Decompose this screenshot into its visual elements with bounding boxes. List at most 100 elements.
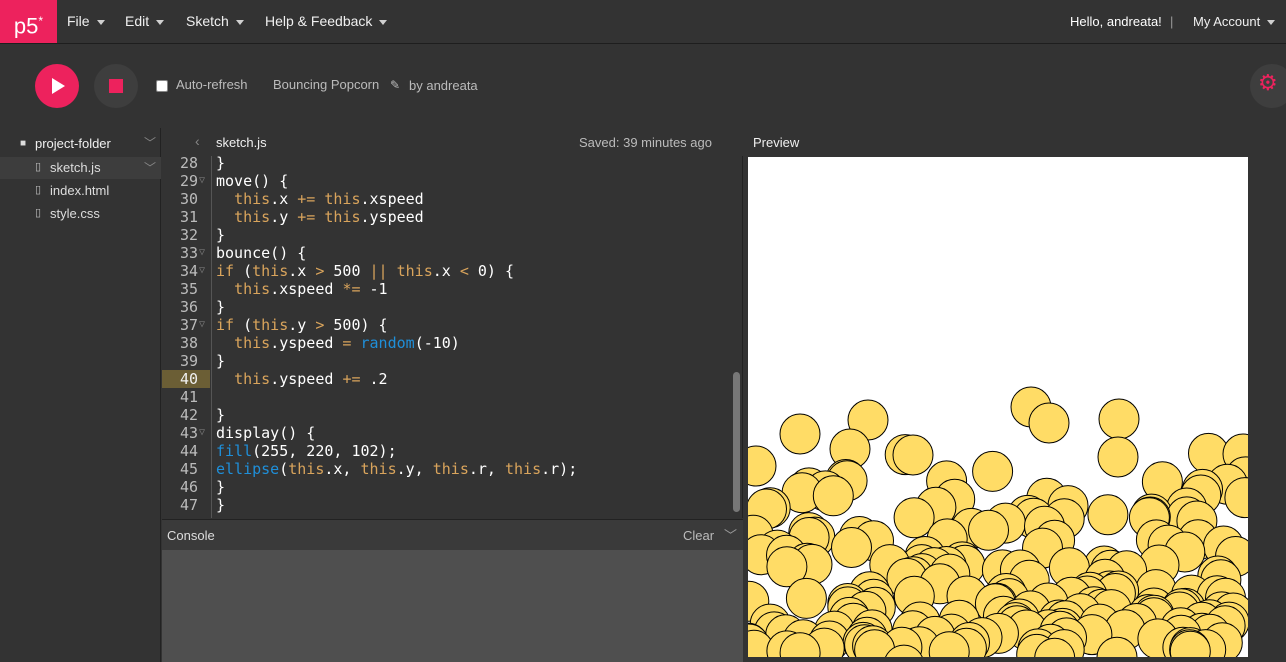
- line-number: 34: [179, 262, 198, 280]
- file-item-index-html[interactable]: ▯ index.html: [0, 180, 161, 202]
- code-line[interactable]: 43 ▽ display() {: [162, 424, 732, 442]
- fold-toggle-icon[interactable]: ▽: [199, 424, 211, 442]
- folder-icon: ■: [20, 138, 27, 149]
- code-line[interactable]: 35 this.xspeed *= -1: [162, 280, 732, 298]
- line-number: 40: [162, 370, 210, 388]
- chevron-down-icon[interactable]: ﹀: [724, 525, 737, 544]
- chevron-down-icon[interactable]: ﹀: [144, 159, 156, 176]
- console-clear-button[interactable]: Clear: [683, 528, 714, 543]
- popcorn-ball: [892, 434, 934, 476]
- code-line[interactable]: 34 ▽ if (this.x > 500 || this.x < 0) {: [162, 262, 732, 280]
- chevron-down-icon: [235, 19, 244, 25]
- saved-status: Saved: 39 minutes ago: [579, 135, 712, 150]
- code-text: }: [216, 478, 226, 496]
- chevron-down-icon: [96, 19, 105, 25]
- code-line[interactable]: 28}: [162, 156, 732, 172]
- folder-label: project-folder: [35, 136, 111, 151]
- fold-toggle-icon[interactable]: ▽: [199, 244, 211, 262]
- code-text: }: [216, 496, 226, 514]
- logo-mark: *: [38, 14, 44, 28]
- code-text: if (this.y > 500) {: [216, 316, 388, 334]
- fold-toggle-icon[interactable]: ▽: [199, 316, 211, 334]
- my-account-label: My Account: [1193, 14, 1261, 29]
- code-line[interactable]: 45 ellipse(this.x, this.y, this.r, this.r…: [162, 460, 732, 478]
- code-line[interactable]: 39}: [162, 352, 732, 370]
- menu-sketch[interactable]: Sketch: [186, 0, 244, 43]
- line-number: 46: [179, 478, 198, 496]
- preview-header: Preview: [743, 128, 1286, 157]
- editor-scrollbar[interactable]: [733, 372, 740, 512]
- fold-toggle-icon[interactable]: ▽: [199, 172, 211, 190]
- code-line[interactable]: 44 fill(255, 220, 102);: [162, 442, 732, 460]
- nav-separator: |: [1170, 14, 1174, 29]
- code-text: this.y += this.yspeed: [234, 208, 424, 226]
- chevron-down-icon[interactable]: ﹀: [144, 134, 156, 151]
- code-line[interactable]: 42}: [162, 406, 732, 424]
- menu-file[interactable]: File: [67, 0, 105, 43]
- code-line[interactable]: 29 ▽ move() {: [162, 172, 732, 190]
- chevron-down-icon: [156, 19, 165, 25]
- pencil-icon[interactable]: ✎: [390, 78, 400, 92]
- code-text: }: [216, 298, 226, 316]
- file-item-style-css[interactable]: ▯ style.css: [0, 203, 161, 225]
- code-line[interactable]: 36}: [162, 298, 732, 316]
- preview-title: Preview: [753, 135, 800, 150]
- menu-edit[interactable]: Edit: [125, 0, 165, 43]
- popcorn-ball: [972, 450, 1014, 492]
- popcorn-ball: [1098, 398, 1140, 440]
- code-line[interactable]: 38 this.yspeed = random(-10): [162, 334, 732, 352]
- code-line[interactable]: 46}: [162, 478, 732, 496]
- collapse-sidebar-icon[interactable]: ‹: [195, 133, 200, 149]
- file-item-sketch-js[interactable]: ▯ sketch.js ﹀: [0, 157, 161, 179]
- line-number: 36: [179, 298, 198, 316]
- code-text: }: [216, 406, 226, 424]
- fold-toggle-icon[interactable]: ▽: [199, 262, 211, 280]
- console-output: [162, 550, 743, 662]
- line-number: 30: [179, 190, 198, 208]
- code-line[interactable]: 33 ▽ bounce() {: [162, 244, 732, 262]
- code-line[interactable]: 37 ▽ if (this.y > 500) {: [162, 316, 732, 334]
- line-number: 32: [179, 226, 198, 244]
- code-text: this.xspeed *= -1: [234, 280, 388, 298]
- code-text: this.x += this.xspeed: [234, 190, 424, 208]
- settings-button[interactable]: ⚙: [1250, 64, 1286, 108]
- line-number: 28: [179, 156, 198, 172]
- menu-file-label: File: [67, 13, 90, 29]
- file-label: style.css: [50, 206, 100, 221]
- chevron-down-icon: [379, 19, 388, 25]
- popcorn-ball: [831, 527, 872, 568]
- top-nav: p5* File Edit Sketch Help & Feedback Hel…: [0, 0, 1286, 44]
- code-line[interactable]: 32}: [162, 226, 732, 244]
- play-icon: [52, 78, 65, 94]
- line-number: 37: [179, 316, 198, 334]
- code-line[interactable]: 31 this.y += this.yspeed: [162, 208, 732, 226]
- line-number: 41: [179, 388, 198, 406]
- line-number: 44: [179, 442, 198, 460]
- auto-refresh-checkbox[interactable]: [156, 80, 168, 92]
- menu-sketch-label: Sketch: [186, 13, 229, 29]
- play-button[interactable]: [35, 64, 79, 108]
- stop-icon: [109, 79, 123, 93]
- my-account-menu[interactable]: My Account: [1193, 0, 1276, 43]
- console-title: Console: [167, 528, 215, 543]
- project-folder-row[interactable]: ■ project-folder ﹀: [0, 134, 161, 156]
- code-line[interactable]: 47}: [162, 496, 732, 514]
- code-line[interactable]: 30 this.x += this.xspeed: [162, 190, 732, 208]
- line-number: 31: [179, 208, 198, 226]
- menu-help-label: Help & Feedback: [265, 13, 373, 29]
- code-text: this.yspeed = random(-10): [234, 334, 460, 352]
- code-line[interactable]: 40 this.yspeed += .2: [162, 370, 732, 388]
- sketch-name[interactable]: Bouncing Popcorn: [273, 77, 379, 92]
- gear-icon: ⚙: [1258, 70, 1278, 95]
- preview-canvas[interactable]: [748, 157, 1248, 657]
- p5-logo[interactable]: p5*: [0, 0, 57, 43]
- code-line[interactable]: 41: [162, 388, 732, 406]
- popcorn-ball: [968, 509, 1009, 551]
- line-number: 43: [179, 424, 198, 442]
- code-text: fill(255, 220, 102);: [216, 442, 397, 460]
- menu-help-feedback[interactable]: Help & Feedback: [265, 0, 388, 43]
- code-editor[interactable]: 28} 29 ▽ move() {30 this.x += this.xspeed 31…: [162, 156, 743, 518]
- code-text: if (this.x > 500 || this.x < 0) {: [216, 262, 515, 280]
- stop-button[interactable]: [94, 64, 138, 108]
- code-text: ellipse(this.x, this.y, this.r, this.r);: [216, 460, 578, 478]
